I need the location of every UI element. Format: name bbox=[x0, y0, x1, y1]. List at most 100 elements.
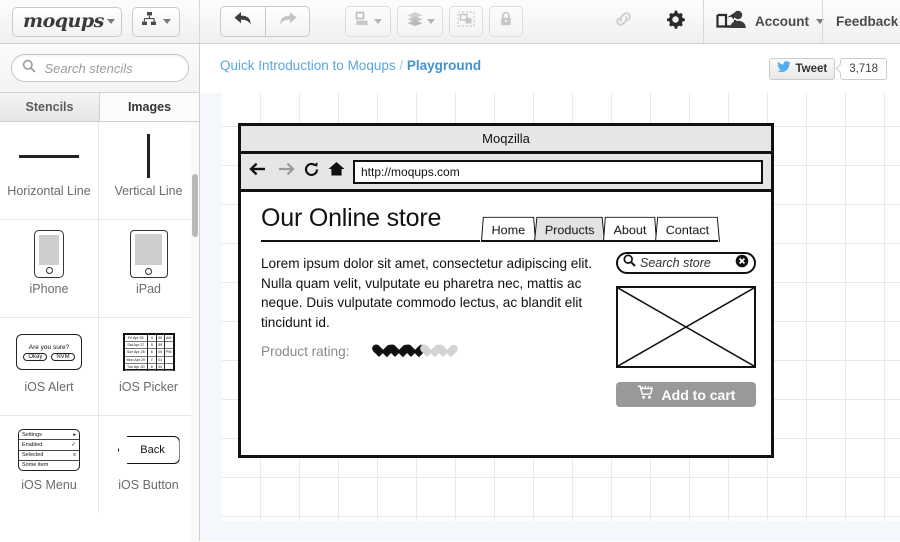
site-tab-home[interactable]: Home bbox=[481, 216, 536, 242]
arrow-right-icon[interactable] bbox=[276, 161, 295, 182]
moqups-logo-text: moqups bbox=[23, 10, 104, 32]
ios-menu-item-mark: ≡ bbox=[72, 452, 76, 459]
picker-cell: 01 bbox=[156, 357, 164, 364]
ios-menu-item: Some item bbox=[19, 461, 79, 470]
share-link-button[interactable] bbox=[600, 6, 646, 37]
stencil-item-ios-alert[interactable]: Are you sure? Okay NVM iOS Alert bbox=[0, 318, 99, 415]
heart-filled-icon[interactable] bbox=[371, 345, 386, 359]
picker-cell: 55 bbox=[156, 335, 164, 343]
canvas-viewport[interactable]: Moqzilla http://moqups.com Our Online st… bbox=[200, 93, 900, 541]
heart-filled-icon[interactable] bbox=[403, 345, 418, 359]
tab-stencils[interactable]: Stencils bbox=[0, 93, 100, 121]
picker-cell: Sat Apr 27 bbox=[124, 342, 147, 350]
site-tab-contact[interactable]: Contact bbox=[654, 216, 720, 242]
toolbar-group-object bbox=[345, 0, 529, 43]
sitemap-icon bbox=[141, 11, 157, 32]
group-objects-button[interactable] bbox=[449, 6, 483, 37]
site-tab-products[interactable]: Products bbox=[533, 216, 605, 242]
settings-button[interactable] bbox=[652, 6, 698, 37]
store-search-field[interactable]: Search store bbox=[616, 252, 756, 274]
ios-menu-thumb-icon: Settings ▸ Enabled ✓ Selected ≡ Some item bbox=[0, 424, 98, 476]
home-icon[interactable] bbox=[328, 161, 345, 182]
stencil-label: iPad bbox=[135, 282, 162, 296]
heart-filled-icon[interactable] bbox=[387, 345, 402, 359]
ios-menu-item-label: Some item bbox=[22, 462, 49, 469]
feedback-button[interactable]: Feedback bbox=[836, 14, 898, 29]
stencil-item-horizontal-line[interactable]: Horizontal Line bbox=[0, 122, 99, 219]
stencil-item-ios-button[interactable]: Back iOS Button bbox=[99, 416, 198, 513]
twitter-bird-icon bbox=[777, 61, 792, 76]
sidebar-scrollbar-track[interactable] bbox=[191, 122, 199, 542]
horizontal-line-thumb-icon bbox=[0, 130, 98, 182]
clear-circle-icon[interactable] bbox=[735, 254, 749, 273]
picker-cell: 8 bbox=[148, 364, 156, 371]
picker-cell: 00 bbox=[156, 349, 164, 357]
arrow-left-icon[interactable] bbox=[249, 161, 268, 182]
tweet-count-value: 3,718 bbox=[849, 62, 878, 75]
lock-button[interactable] bbox=[489, 6, 523, 37]
undo-icon bbox=[232, 10, 254, 33]
heart-empty-icon[interactable] bbox=[435, 345, 450, 359]
picker-cell: AM bbox=[165, 335, 173, 343]
site-tab-label: Products bbox=[544, 222, 595, 237]
twitter-share-widget: Tweet 3,718 bbox=[769, 57, 887, 80]
stencil-item-ipad[interactable]: iPad bbox=[99, 220, 198, 317]
tweet-button[interactable]: Tweet bbox=[769, 57, 836, 80]
breadcrumb-project[interactable]: Quick Introduction to Moqups bbox=[220, 58, 396, 73]
picker-cell: 02 bbox=[156, 364, 164, 371]
ipad-thumb-icon bbox=[99, 228, 198, 280]
add-to-cart-button[interactable]: Add to cart bbox=[616, 382, 756, 407]
alert-ok-label: Okay bbox=[23, 352, 48, 361]
mockup-canvas[interactable]: Moqzilla http://moqups.com Our Online st… bbox=[222, 93, 900, 521]
tab-images-label: Images bbox=[127, 100, 172, 114]
stencil-item-ios-picker[interactable]: Fri Apr 26 Sat Apr 27 Sun Apr 28 Mon Apr 29… bbox=[99, 318, 198, 415]
picker-cell: 59 bbox=[156, 342, 164, 350]
stencil-item-vertical-line[interactable]: Vertical Line bbox=[99, 122, 198, 219]
iphone-thumb-icon bbox=[0, 228, 98, 280]
sitemap-menu-button[interactable] bbox=[132, 6, 180, 37]
undo-button[interactable] bbox=[220, 6, 265, 37]
stencil-row: Are you sure? Okay NVM iOS Alert Fri Apr… bbox=[0, 318, 199, 416]
tweet-count-badge[interactable]: 3,718 bbox=[840, 57, 887, 80]
redo-button[interactable] bbox=[265, 6, 310, 37]
account-menu-button[interactable]: Account bbox=[720, 7, 832, 37]
webpage-mockup-body: Our Online store Home Products About Con… bbox=[241, 192, 771, 454]
breadcrumb-current-page[interactable]: Playground bbox=[407, 58, 481, 73]
moqups-logo-menu-button[interactable]: moqups bbox=[12, 6, 122, 37]
picker-cell: 6 bbox=[148, 349, 156, 357]
breadcrumb[interactable]: Quick Introduction to Moqups / Playgroun… bbox=[220, 58, 481, 73]
ios-menu-item-label: Enabled bbox=[22, 441, 43, 448]
stencil-label: iOS Button bbox=[118, 478, 179, 492]
site-tab-about[interactable]: About bbox=[603, 216, 657, 242]
picker-column: 55 59 00 01 02 bbox=[156, 335, 165, 371]
reload-icon[interactable] bbox=[303, 161, 320, 183]
browser-window-mockup[interactable]: Moqzilla http://moqups.com Our Online st… bbox=[238, 123, 774, 458]
browser-url-bar[interactable]: http://moqups.com bbox=[353, 159, 763, 184]
lock-icon bbox=[499, 11, 513, 32]
chevron-down-icon bbox=[426, 19, 435, 24]
image-placeholder[interactable] bbox=[616, 286, 756, 368]
arrange-layers-menu-button[interactable] bbox=[397, 6, 443, 37]
tweet-label: Tweet bbox=[795, 62, 828, 75]
stencil-search-area bbox=[0, 44, 225, 93]
user-avatar-icon bbox=[728, 9, 748, 34]
sidebar-scrollbar-thumb[interactable] bbox=[192, 174, 198, 237]
ios-menu-item-mark: ✓ bbox=[71, 441, 76, 448]
main-area: Quick Introduction to Moqups / Playgroun… bbox=[200, 44, 900, 541]
toolbar-divider bbox=[703, 0, 704, 43]
stencil-row: Horizontal Line Vertical Line bbox=[0, 122, 199, 220]
store-search-placeholder: Search store bbox=[640, 256, 711, 270]
layers-icon bbox=[406, 11, 424, 32]
stencil-row: iPhone iPad bbox=[0, 220, 199, 318]
heart-empty-icon[interactable] bbox=[419, 345, 434, 359]
picker-cell: Mon Apr 29 bbox=[124, 357, 147, 364]
tab-images[interactable]: Images bbox=[100, 93, 199, 121]
stencil-item-iphone[interactable]: iPhone bbox=[0, 220, 99, 317]
top-toolbar: moqups Account Feedback bbox=[0, 0, 900, 44]
rating-hearts[interactable] bbox=[371, 345, 450, 359]
picker-cell: 7 bbox=[148, 357, 156, 364]
search-stencils-box[interactable] bbox=[10, 54, 225, 82]
search-stencils-input[interactable] bbox=[42, 59, 225, 77]
stencil-item-ios-menu[interactable]: Settings ▸ Enabled ✓ Selected ≡ Some item iOS … bbox=[0, 416, 99, 513]
align-menu-button[interactable] bbox=[345, 6, 391, 37]
